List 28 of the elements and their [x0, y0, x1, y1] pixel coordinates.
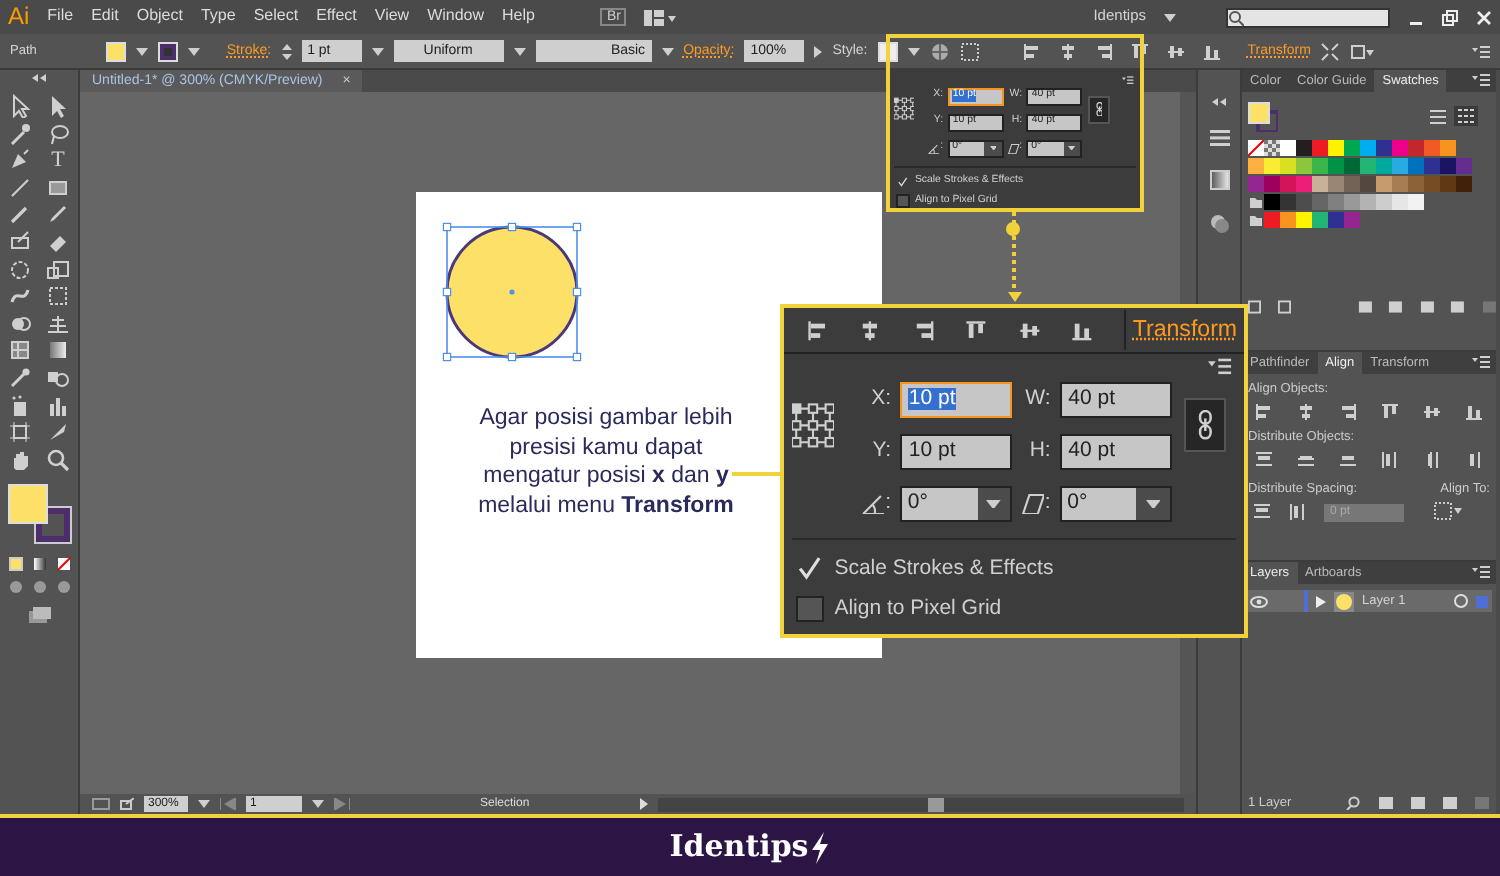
- menu-item[interactable]: Help: [502, 8, 535, 26]
- input-field[interactable]: 10 pt: [899, 433, 1013, 470]
- field-label: H:: [1027, 440, 1053, 464]
- brand-name: Identips: [669, 830, 809, 864]
- field-label: X:: [869, 387, 894, 411]
- field-label: Y:: [870, 440, 894, 464]
- menu-item[interactable]: Window: [427, 8, 485, 26]
- angle-dropdown[interactable]: 0°: [899, 486, 1013, 523]
- input-field[interactable]: 10 pt: [899, 381, 1013, 418]
- checkbox-label: Align to Pixel Grid: [834, 597, 1002, 621]
- angle-dropdown[interactable]: 0°: [1059, 486, 1173, 523]
- field-label: W:: [1023, 387, 1053, 411]
- annotation-text: Agar posisi gambar lebih presisi kamu dapat mengatur posisi x dan y melalui menu Transform: [476, 404, 736, 520]
- menu-item[interactable]: Edit: [91, 8, 119, 26]
- menu-item[interactable]: View: [374, 8, 410, 26]
- type-tool[interactable]: T: [51, 148, 65, 173]
- app-logo: Ai: [8, 3, 30, 31]
- input-field[interactable]: 40 pt: [1059, 381, 1173, 418]
- menu-item[interactable]: Select: [253, 8, 299, 26]
- input-field[interactable]: 40 pt: [1059, 433, 1173, 470]
- checkbox-label: Scale Strokes & Effects: [834, 557, 1054, 581]
- transform-tab[interactable]: Transform: [1123, 310, 1244, 350]
- menu-item[interactable]: Effect: [316, 8, 357, 26]
- menu-item[interactable]: Object: [136, 8, 183, 26]
- field-label: :: [1044, 492, 1051, 516]
- field-label: :: [885, 492, 892, 516]
- menu-item[interactable]: Type: [200, 8, 236, 26]
- menu-item[interactable]: File: [47, 8, 74, 26]
